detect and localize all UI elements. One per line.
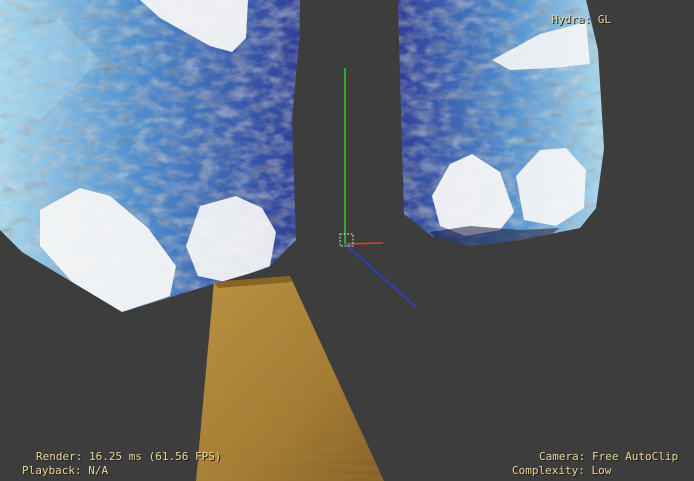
renderer-label: Hydra: GL [551, 13, 611, 26]
left-blue-object[interactable] [0, 0, 310, 320]
playback-stat: Playback: N/A [22, 464, 109, 477]
right-blue-object[interactable] [396, 0, 608, 250]
3d-viewport[interactable]: Hydra: GL Render: 16.25 ms (61.56 FPS) P… [0, 0, 694, 481]
z-axis-line [344, 243, 417, 308]
scene-canvas[interactable] [0, 0, 694, 481]
render-time-stat: Render: 16.25 ms (61.56 FPS) [36, 450, 222, 463]
camera-mode-stat: Camera: Free AutoClip [539, 450, 679, 463]
x-axis-line [344, 242, 384, 245]
complexity-stat: Complexity: Low [512, 464, 612, 477]
wooden-plank[interactable] [196, 276, 384, 481]
